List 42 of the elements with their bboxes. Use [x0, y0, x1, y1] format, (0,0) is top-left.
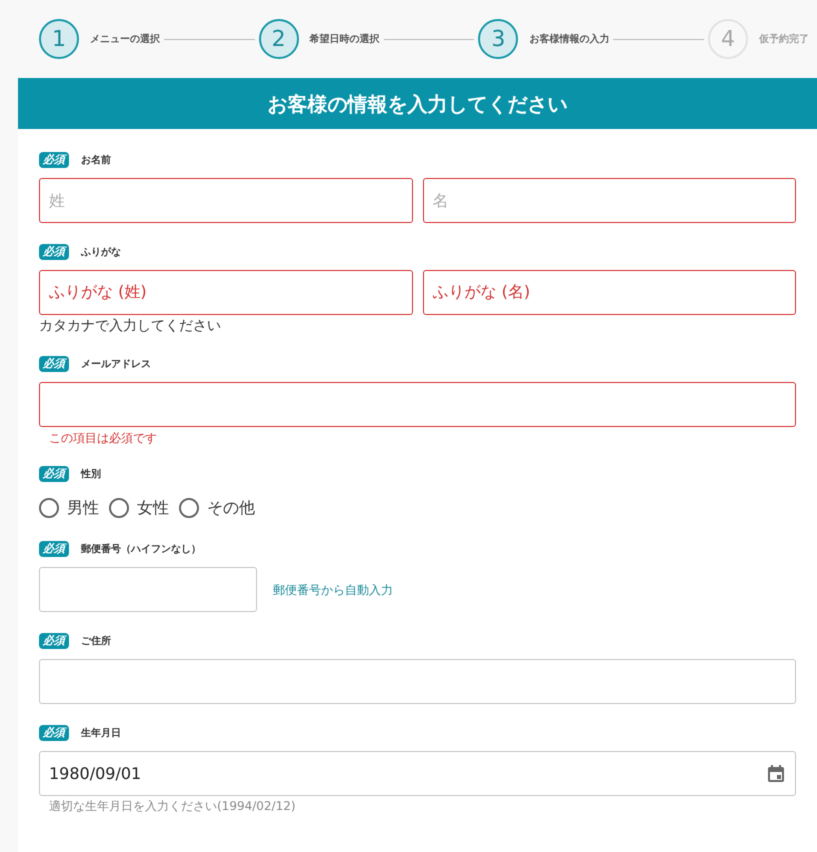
- step-number: 1: [39, 19, 79, 59]
- required-badge: 必須: [39, 244, 69, 260]
- text-field[interactable]: [39, 567, 257, 612]
- radio-button[interactable]: [109, 498, 129, 518]
- radio-button[interactable]: [39, 498, 59, 518]
- help-text: カタカナで入力してください: [39, 317, 222, 335]
- step-number: 3: [478, 19, 518, 59]
- step-number: 2: [258, 19, 299, 59]
- text-field[interactable]: 姓: [39, 178, 412, 223]
- required-badge: 必須: [39, 152, 69, 168]
- hint-text: 適切な生年月日を入力ください(1994/02/12): [49, 799, 297, 813]
- required-badge: 必須: [39, 633, 69, 649]
- radio-label: 女性: [137, 497, 169, 519]
- field-label: ご住所: [81, 634, 111, 648]
- text-field[interactable]: [39, 659, 796, 704]
- radio-label: 男性: [67, 497, 99, 519]
- field-label: 生年月日: [81, 726, 121, 740]
- required-badge: 必須: [39, 725, 69, 741]
- radio-button[interactable]: [179, 498, 199, 518]
- field-label: 郵便番号（ハイフンなし）: [81, 542, 201, 556]
- field-label: ふりがな: [81, 246, 121, 260]
- text-field[interactable]: 名: [422, 178, 796, 223]
- step-number: 4: [708, 19, 748, 59]
- text-field[interactable]: ふりがな (名): [422, 270, 796, 315]
- text-field[interactable]: ふりがな (姓): [39, 270, 412, 315]
- error-message: この項目は必須です: [49, 431, 158, 445]
- step-label: メニューの選択: [90, 32, 160, 46]
- field-label: お名前: [81, 154, 111, 168]
- text-field[interactable]: [39, 382, 796, 427]
- required-badge: 必須: [39, 541, 69, 557]
- autofill-link[interactable]: 郵便番号から自動入力: [273, 580, 393, 598]
- field-label: メールアドレス: [81, 358, 151, 372]
- field-label: 性別: [81, 468, 101, 482]
- form-title: お客様の情報を入力してください: [18, 78, 817, 129]
- step-label: 希望日時の選択: [310, 32, 380, 46]
- date-field[interactable]: 1980/09/01: [39, 751, 796, 796]
- calendar-icon[interactable]: [766, 764, 786, 784]
- required-badge: 必須: [39, 466, 69, 482]
- required-badge: 必須: [39, 356, 69, 372]
- step-label: お客様情報の入力: [529, 32, 610, 46]
- step-label: 仮予約完了: [759, 32, 810, 46]
- radio-label: その他: [207, 497, 255, 519]
